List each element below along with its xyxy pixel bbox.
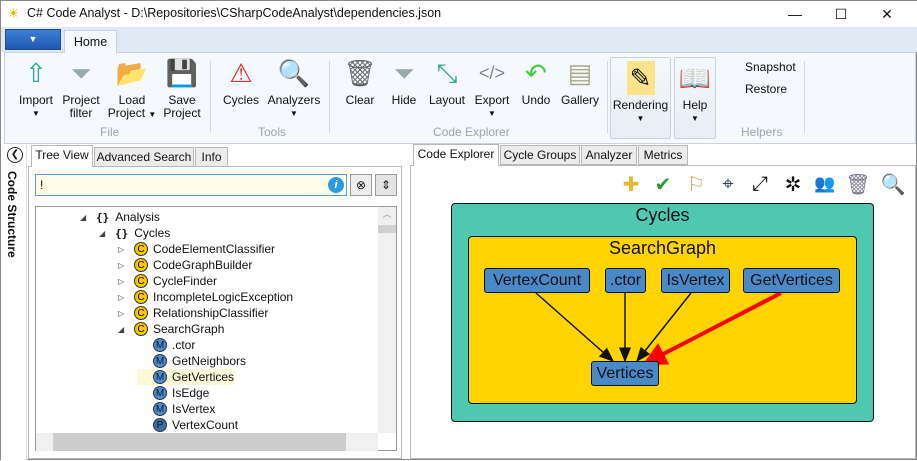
node-vertices[interactable]: Vertices: [591, 361, 659, 386]
edge-isvertex-vertices: [636, 292, 692, 363]
node-vertexcount[interactable]: VertexCount: [484, 268, 590, 293]
node-getvertices[interactable]: GetVertices: [743, 268, 840, 293]
node-ctor[interactable]: .ctor: [605, 268, 646, 293]
edge-vertexcount-vertices: [535, 292, 615, 362]
graph-edges: [535, 291, 782, 365]
edge-getvertices-vertices-highlighted: [642, 291, 782, 365]
node-isvertex[interactable]: IsVertex: [661, 268, 730, 293]
